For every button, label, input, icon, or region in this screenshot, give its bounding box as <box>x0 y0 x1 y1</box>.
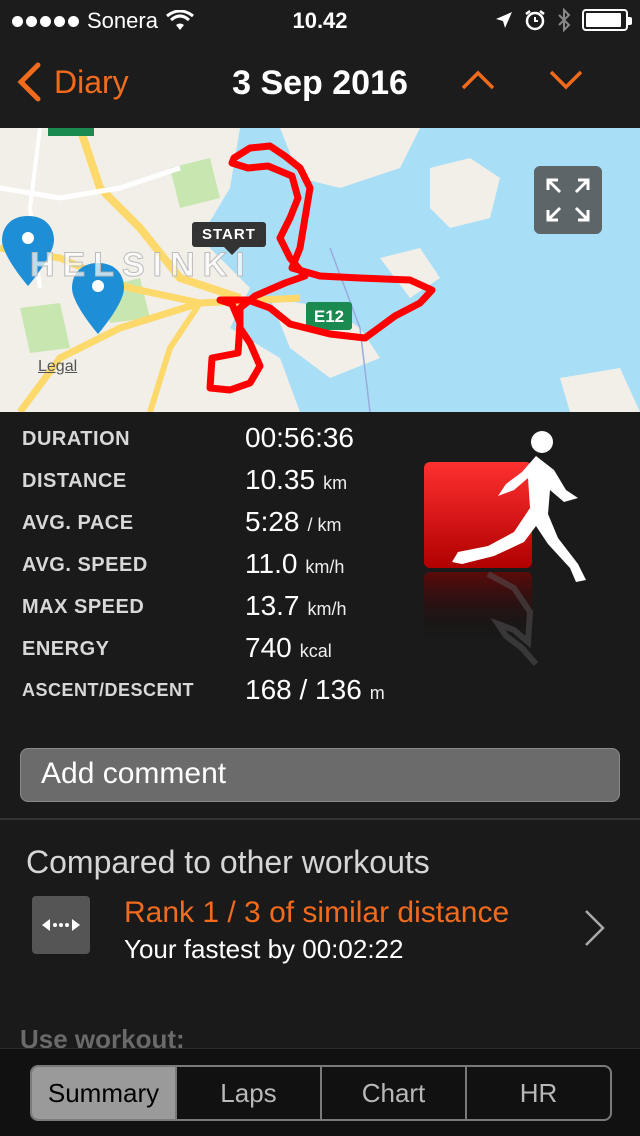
status-icons <box>494 8 632 32</box>
tab-laps[interactable]: Laps <box>177 1067 322 1119</box>
add-comment-field[interactable]: Add comment <box>20 748 620 802</box>
view-segmented-control: Summary Laps Chart HR <box>30 1065 612 1121</box>
expand-icon <box>546 178 590 222</box>
stat-unit: / km <box>307 515 342 535</box>
start-marker: START <box>192 222 266 255</box>
chevron-right-icon[interactable] <box>582 908 608 948</box>
chevron-left-icon <box>17 62 41 102</box>
stat-unit: km/h <box>305 557 345 577</box>
stat-row-distance: DISTANCE 10.35 km <box>0 460 420 502</box>
stat-value: 740 kcal <box>245 632 332 663</box>
stat-row-ascent-descent: ASCENT/DESCENT 168 / 136 m <box>0 670 420 712</box>
route-map[interactable]: E12 HELSINKI START Legal <box>0 128 640 412</box>
fastest-by-text: Your fastest by 00:02:22 <box>124 934 404 964</box>
stat-label: MAX SPEED <box>22 596 145 618</box>
expand-map-button[interactable] <box>534 166 602 234</box>
previous-arrow-icon[interactable] <box>460 68 496 92</box>
stat-unit: km <box>323 473 348 493</box>
comment-section: Add comment <box>0 732 640 818</box>
distance-compare-icon <box>32 896 90 954</box>
stat-label: ENERGY <box>22 638 110 660</box>
alarm-clock-icon <box>525 10 545 31</box>
tab-hr[interactable]: HR <box>467 1067 610 1119</box>
stat-row-avg-pace: AVG. PACE 5:28/ km <box>0 502 420 544</box>
add-comment-placeholder: Add comment <box>41 757 227 790</box>
next-arrow-icon[interactable] <box>548 68 584 92</box>
rank-text[interactable]: Rank 1 / 3 of similar distance <box>124 896 509 930</box>
comparison-heading: Compared to other workouts <box>26 844 430 880</box>
road-sign-label: E12 <box>314 307 344 326</box>
stat-label: AVG. SPEED <box>22 554 148 576</box>
stat-value: 11.0 km/h <box>245 548 345 579</box>
running-sport-icon <box>424 431 586 666</box>
tab-summary[interactable]: Summary <box>32 1067 177 1119</box>
stat-value: 10.35 km <box>245 464 348 495</box>
stat-unit: kcal <box>299 641 332 661</box>
stat-row-energy: ENERGY 740 kcal <box>0 628 420 670</box>
stat-value: 13.7 km/h <box>245 590 347 621</box>
battery-icon <box>582 9 632 31</box>
stat-label: DURATION <box>22 428 131 450</box>
bluetooth-icon <box>558 8 571 32</box>
stat-label: DISTANCE <box>22 470 127 492</box>
status-bar: Sonera 10.42 <box>0 0 640 40</box>
back-label: Diary <box>54 63 129 100</box>
stat-value: 5:28/ km <box>245 506 342 537</box>
back-button[interactable]: Diary <box>16 62 129 102</box>
stat-value: 00:56:36 <box>245 422 354 453</box>
stat-row-max-speed: MAX SPEED 13.7 km/h <box>0 586 420 628</box>
stat-row-avg-speed: AVG. SPEED 11.0 km/h <box>0 544 420 586</box>
location-arrow-icon <box>496 12 512 28</box>
city-label: HELSINKI <box>30 246 253 285</box>
tab-bar: Summary Laps Chart HR <box>0 1048 640 1136</box>
stat-row-duration: DURATION 00:56:36 <box>0 418 420 460</box>
stat-unit: km/h <box>307 599 347 619</box>
legal-link[interactable]: Legal <box>38 358 77 376</box>
tab-chart[interactable]: Chart <box>322 1067 467 1119</box>
comparison-section: Compared to other workouts Rank 1 / 3 of… <box>0 818 640 1054</box>
stat-value: 168 / 136 m <box>245 674 385 705</box>
stat-label: AVG. PACE <box>22 512 134 534</box>
stat-unit: m <box>369 683 385 703</box>
navigation-bar: Diary 3 Sep 2016 <box>0 40 640 128</box>
stat-label: ASCENT/DESCENT <box>22 680 195 700</box>
